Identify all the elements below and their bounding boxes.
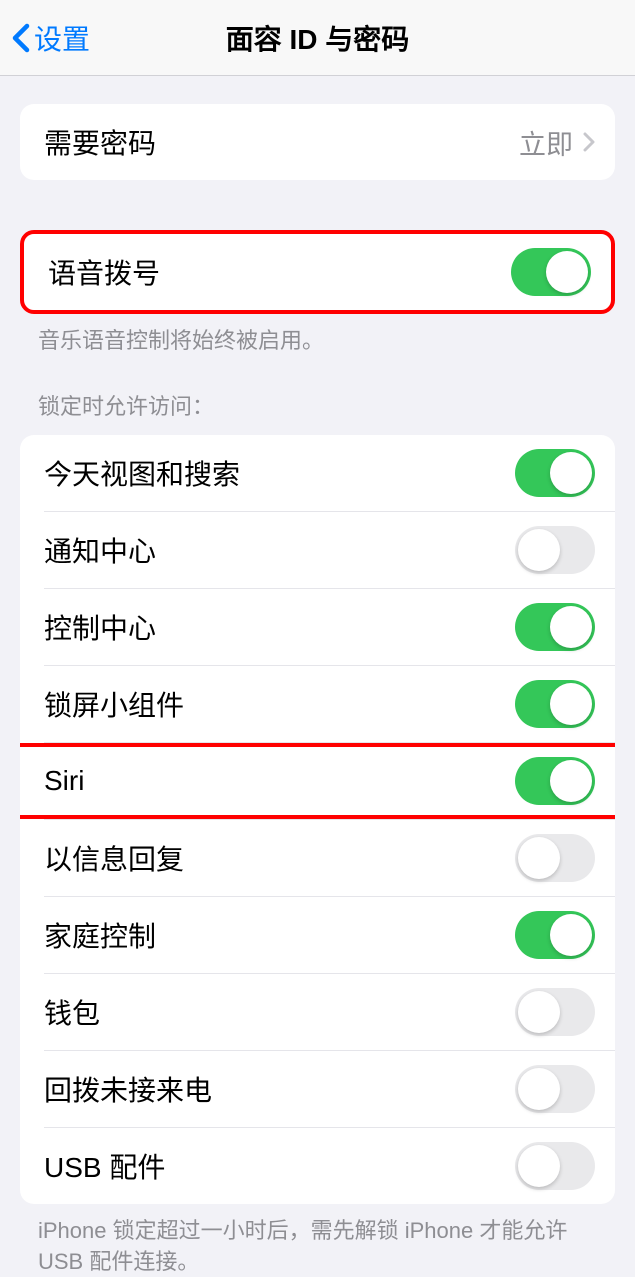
back-label: 设置 [34,18,90,58]
row-label: 今天视图和搜索 [44,453,240,493]
group-voice-dial: 语音拨号 [20,230,615,314]
toggle-knob [550,914,592,956]
row-label: 通知中心 [44,530,156,570]
row-lock-access-item: Siri [20,743,615,819]
toggle-lock-access-item[interactable] [515,526,595,574]
toggle-lock-access-item[interactable] [515,603,595,651]
toggle-lock-access-item[interactable] [515,1065,595,1113]
row-require-passcode[interactable]: 需要密码 立即 [20,104,615,180]
row-label: 需要密码 [44,122,156,162]
toggle-knob [550,452,592,494]
back-button[interactable]: 设置 [0,18,90,58]
nav-header: 设置 面容 ID 与密码 [0,0,635,76]
toggle-knob [546,251,588,293]
row-lock-access-item: 今天视图和搜索 [20,435,615,511]
row-value: 立即 [519,123,573,162]
row-lock-access-item: USB 配件 [20,1128,615,1204]
row-label: 锁屏小组件 [44,684,184,724]
toggle-knob [550,606,592,648]
row-lock-access-item: 家庭控制 [20,897,615,973]
chevron-right-icon [583,132,595,152]
lock-access-footer: iPhone 锁定超过一小时后，需先解锁 iPhone 才能允许 USB 配件连… [0,1204,635,1277]
toggle-voice-dial[interactable] [511,248,591,296]
row-lock-access-item: 通知中心 [20,512,615,588]
row-voice-dial: 语音拨号 [24,234,611,310]
row-label: 语音拨号 [48,252,160,292]
row-lock-access-item: 回拨未接来电 [20,1051,615,1127]
toggle-lock-access-item[interactable] [515,911,595,959]
voice-dial-footer: 音乐语音控制将始终被启用。 [0,314,635,357]
toggle-lock-access-item[interactable] [515,757,595,805]
row-lock-access-item: 锁屏小组件 [20,666,615,742]
toggle-knob [550,683,592,725]
page-title: 面容 ID 与密码 [226,18,410,58]
group-lock-access: 今天视图和搜索通知中心控制中心锁屏小组件 Siri 以信息回复家庭控制钱包回拨未接来… [20,435,615,1204]
row-label: 家庭控制 [44,915,156,955]
row-lock-access-item: 钱包 [20,974,615,1050]
chevron-left-icon [12,23,30,53]
row-lock-access-item: 控制中心 [20,589,615,665]
toggle-knob [550,760,592,802]
toggle-knob [518,837,560,879]
toggle-lock-access-item[interactable] [515,680,595,728]
lock-access-header: 锁定时允许访问： [0,357,635,429]
row-label: Siri [44,765,84,797]
row-label: 以信息回复 [44,838,184,878]
toggle-knob [518,991,560,1033]
toggle-knob [518,1068,560,1110]
row-label: 回拨未接来电 [44,1069,212,1109]
row-label: USB 配件 [44,1146,165,1186]
row-label: 控制中心 [44,607,156,647]
row-label: 钱包 [44,992,100,1032]
toggle-knob [518,1145,560,1187]
toggle-lock-access-item[interactable] [515,834,595,882]
toggle-lock-access-item[interactable] [515,449,595,497]
toggle-knob [518,529,560,571]
row-lock-access-item: 以信息回复 [20,820,615,896]
toggle-lock-access-item[interactable] [515,1142,595,1190]
group-require-passcode: 需要密码 立即 [20,104,615,180]
toggle-lock-access-item[interactable] [515,988,595,1036]
